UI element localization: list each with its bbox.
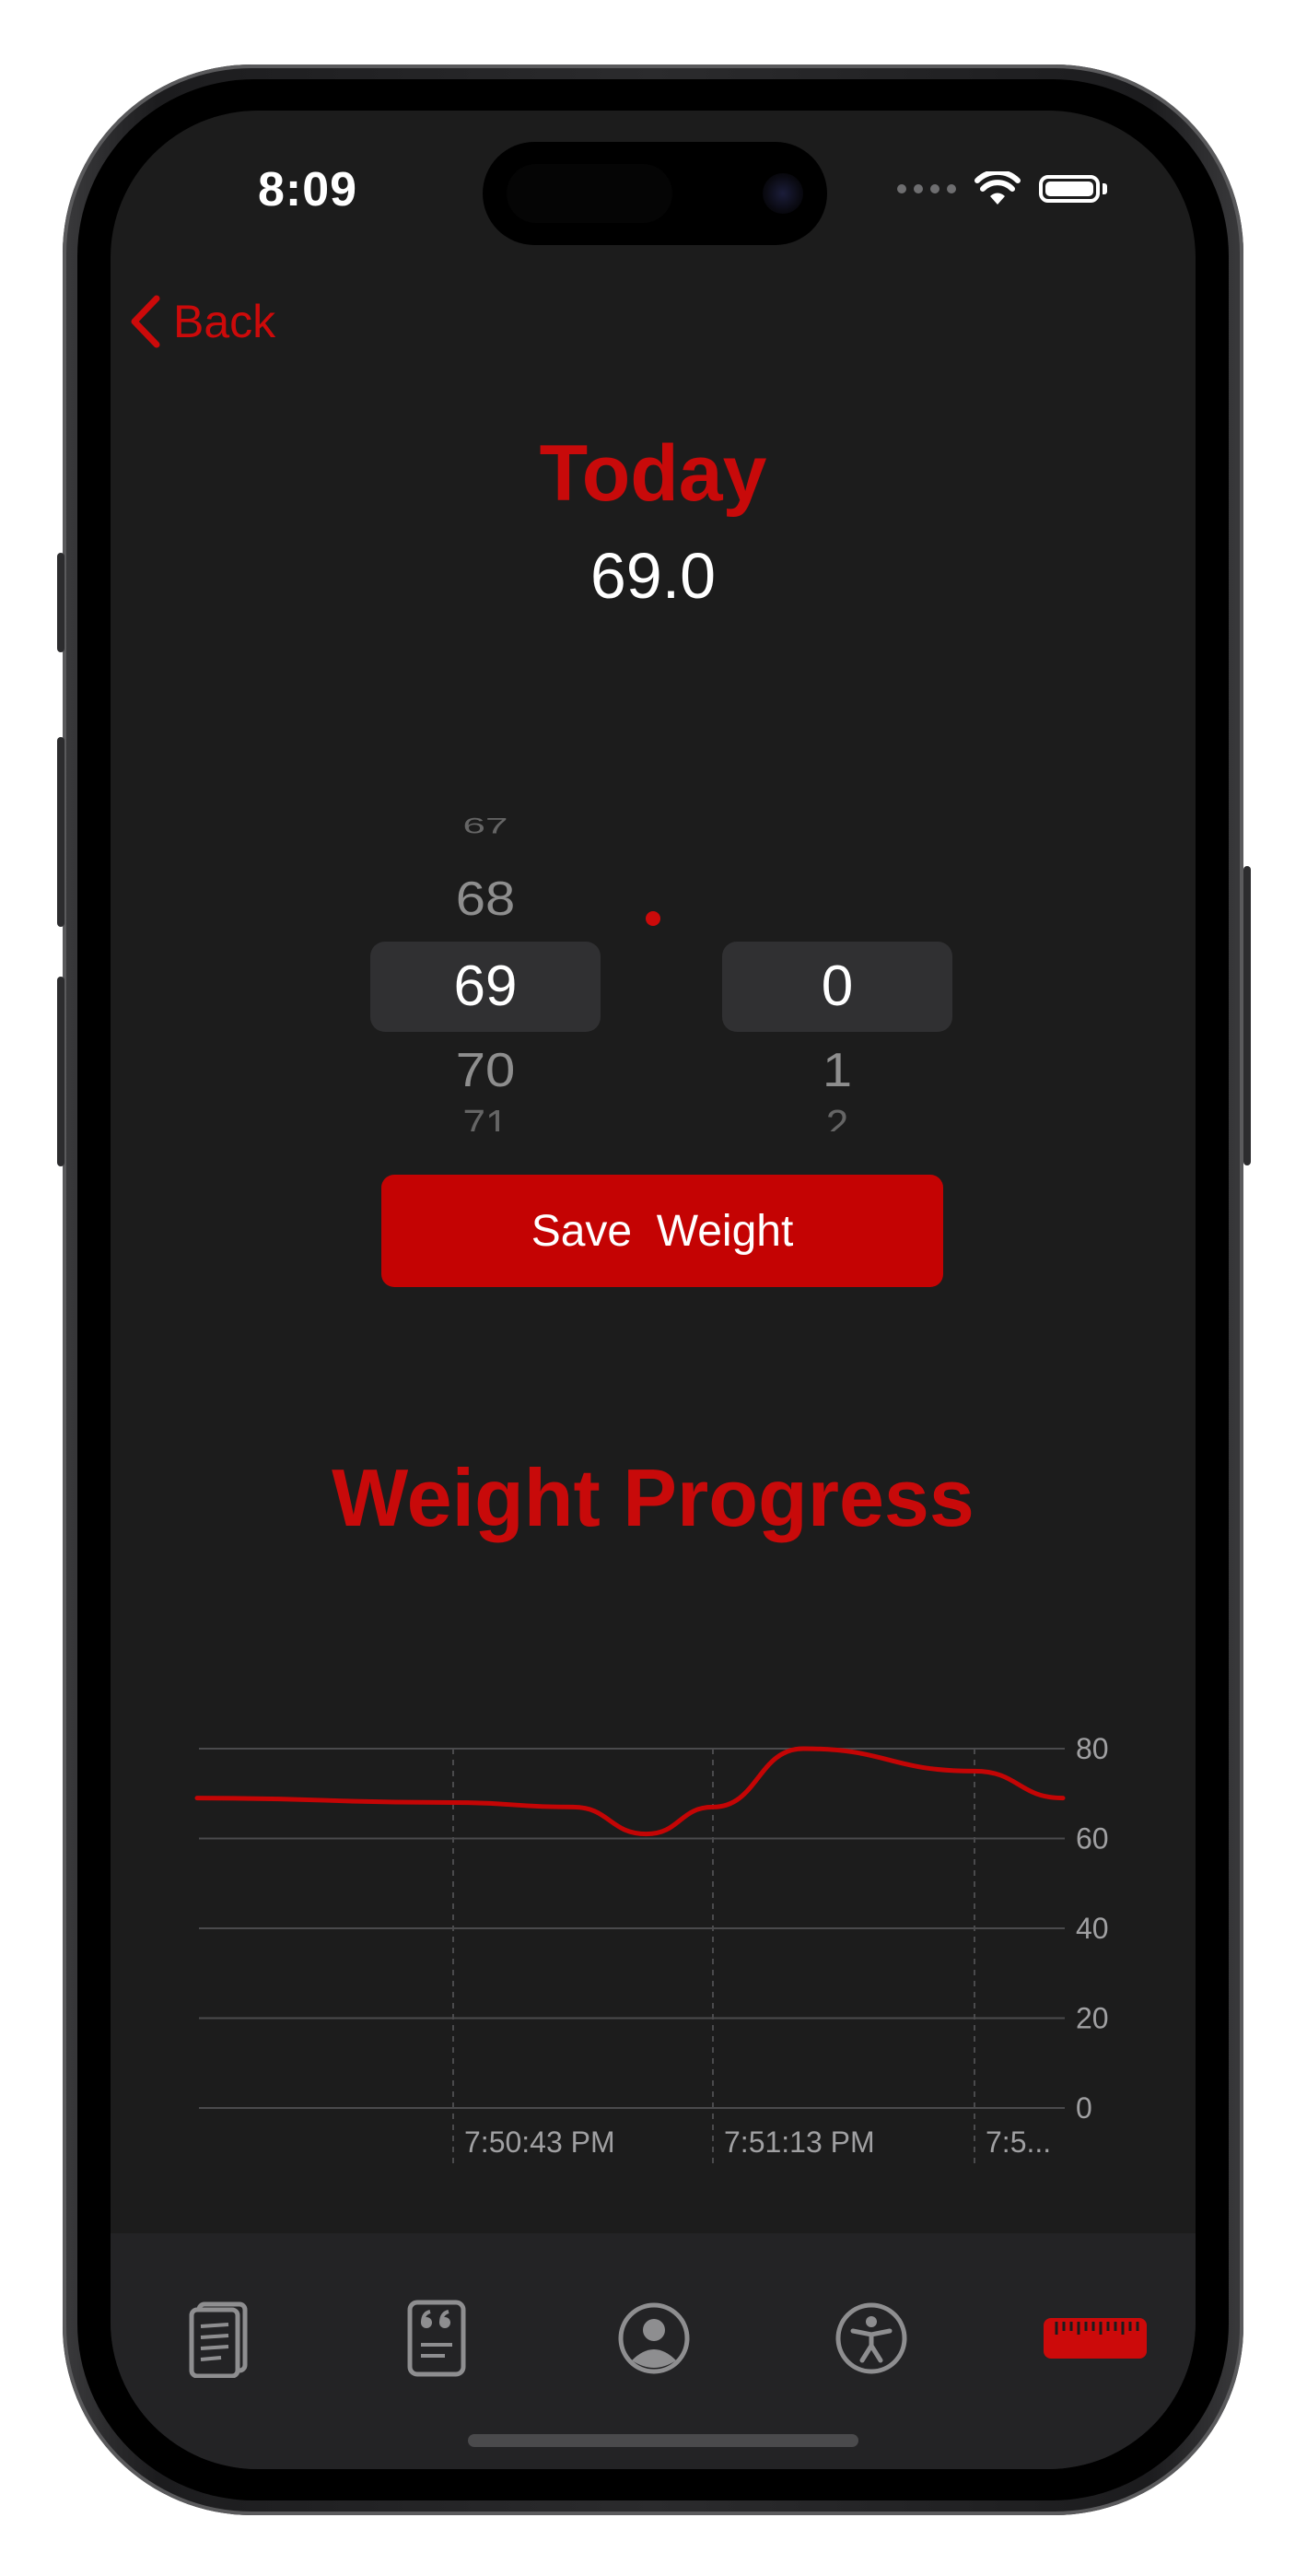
x-tick-label: 7:51:13 PM [724, 2125, 875, 2159]
ruler-icon [1044, 2318, 1147, 2359]
picker-item-selected[interactable]: 0 [722, 954, 952, 1019]
face-id-sensor [507, 164, 672, 223]
status-icons [897, 171, 1107, 206]
tab-profile[interactable] [608, 2292, 700, 2384]
picker-item[interactable]: 71 [370, 1102, 601, 1131]
decimal-separator [646, 911, 660, 926]
weight-series-line [194, 1746, 1066, 1837]
back-button[interactable]: Back [129, 295, 275, 348]
picker-item[interactable]: 68 [370, 871, 601, 926]
y-tick-label: 0 [1076, 2091, 1092, 2125]
x-tick-label: 7:5... [986, 2125, 1051, 2159]
document-stack-icon [189, 2301, 248, 2378]
today-value: 69.0 [589, 540, 717, 612]
y-tick-label: 40 [1076, 1912, 1109, 1945]
tab-documents[interactable] [173, 2292, 265, 2384]
x-tick-label: 7:50:43 PM [464, 2125, 615, 2159]
picker-item[interactable]: 70 [370, 1042, 601, 1097]
chevron-left-icon [131, 295, 160, 348]
status-time: 8:09 [258, 163, 358, 217]
tab-accessibility[interactable] [825, 2292, 917, 2384]
y-tick-label: 60 [1076, 1822, 1109, 1856]
cellular-signal-icon [897, 184, 956, 193]
volume-up-button [57, 737, 64, 927]
wifi-icon [974, 171, 1021, 205]
accessibility-icon [835, 2302, 907, 2374]
picker-item[interactable]: 67 [370, 814, 601, 839]
y-tick-label: 80 [1076, 1732, 1109, 1765]
y-tick-label: 20 [1076, 2002, 1109, 2035]
save-weight-button[interactable]: Save Weight [381, 1175, 943, 1287]
today-title: Today [539, 429, 767, 518]
quote-card-icon [407, 2300, 466, 2377]
weight-whole-picker[interactable]: 67 68 69 70 71 [370, 691, 601, 1152]
person-circle-icon [618, 2302, 690, 2374]
weight-progress-title: Weight Progress [332, 1452, 974, 1543]
picker-item[interactable]: 2 [722, 1102, 952, 1131]
action-button [57, 553, 64, 652]
screen: 8:09 Back Today 69.0 67 68 69 70 71 0 1 … [111, 111, 1196, 2469]
battery-icon [1039, 175, 1100, 203]
volume-down-button [57, 977, 64, 1166]
home-indicator [468, 2434, 858, 2447]
tab-quotes[interactable] [391, 2292, 483, 2384]
weight-decimal-picker[interactable]: 0 1 2 [722, 691, 952, 1152]
power-button [1243, 866, 1251, 1165]
picker-item-selected[interactable]: 69 [370, 954, 601, 1019]
weight-progress-chart: 80 60 40 20 0 7:50:43 PM 7:51:13 PM 7:5... [194, 1732, 1109, 2165]
front-camera-icon [763, 173, 803, 214]
tab-weight[interactable] [1041, 2292, 1149, 2384]
picker-item[interactable]: 1 [722, 1042, 952, 1097]
back-label: Back [173, 296, 276, 347]
dynamic-island [483, 142, 827, 245]
